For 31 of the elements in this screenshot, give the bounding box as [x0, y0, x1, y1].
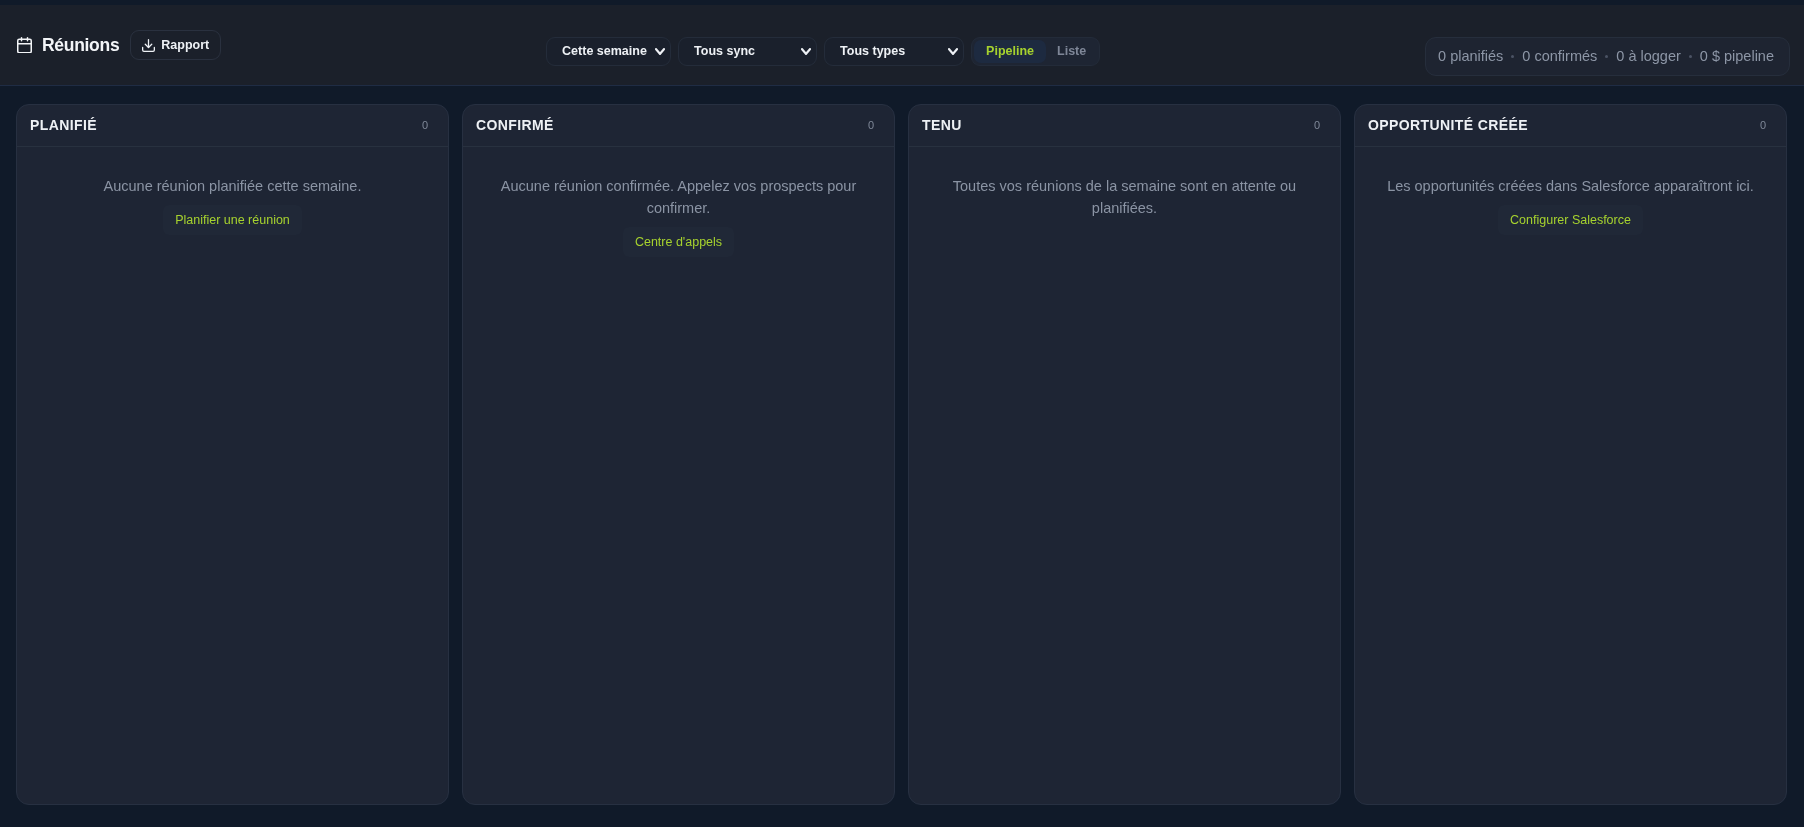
calendar-icon: [17, 36, 32, 54]
summary-stat: 0 à logger: [1616, 46, 1681, 66]
download-icon: [142, 38, 156, 52]
summary-stat: 0 planifiés: [1438, 46, 1504, 66]
view-tab[interactable]: Liste: [1046, 40, 1098, 63]
column-count: 0: [421, 118, 428, 134]
empty-state-message: Aucune réunion confirmée. Appelez vos prospects pour confirmer.: [499, 177, 858, 218]
column-title: PLANIFIÉ: [30, 116, 97, 135]
column-title: TENU: [922, 116, 962, 135]
filter-dropdown[interactable]: Tous sync: [678, 37, 818, 66]
column-title: CONFIRMÉ: [476, 116, 554, 135]
dot-separator-icon: [1688, 55, 1692, 58]
column-count: 0: [1313, 118, 1320, 134]
dot-separator-icon: [1605, 55, 1609, 58]
filter-dropdown[interactable]: Tous types: [824, 37, 965, 66]
chevron-down-icon: [948, 48, 959, 55]
view-tab[interactable]: Pipeline: [974, 40, 1047, 63]
page-title: Réunions: [42, 34, 120, 57]
chevron-down-icon: [801, 48, 812, 55]
dot-separator-icon: [1511, 55, 1515, 58]
column-count: 0: [1759, 118, 1766, 134]
column-count: 0: [867, 118, 874, 134]
empty-state-message: Les opportunités créées dans Salesforce apparaîtront ici.: [1387, 177, 1754, 196]
chevron-down-icon: [655, 48, 666, 55]
summary-stat: 0 $ pipeline: [1699, 46, 1774, 66]
summary-stat: 0 confirmés: [1522, 46, 1598, 66]
empty-state-message: Aucune réunion planifiée cette semaine.: [103, 177, 362, 196]
empty-state-message: Toutes vos réunions de la semaine sont en attente ou planifiées.: [951, 177, 1298, 218]
column-title: OPPORTUNITÉ CRÉÉE: [1368, 116, 1529, 135]
filter-dropdown[interactable]: Cette semaine: [546, 37, 672, 66]
report-button[interactable]: Rapport: [130, 30, 222, 60]
